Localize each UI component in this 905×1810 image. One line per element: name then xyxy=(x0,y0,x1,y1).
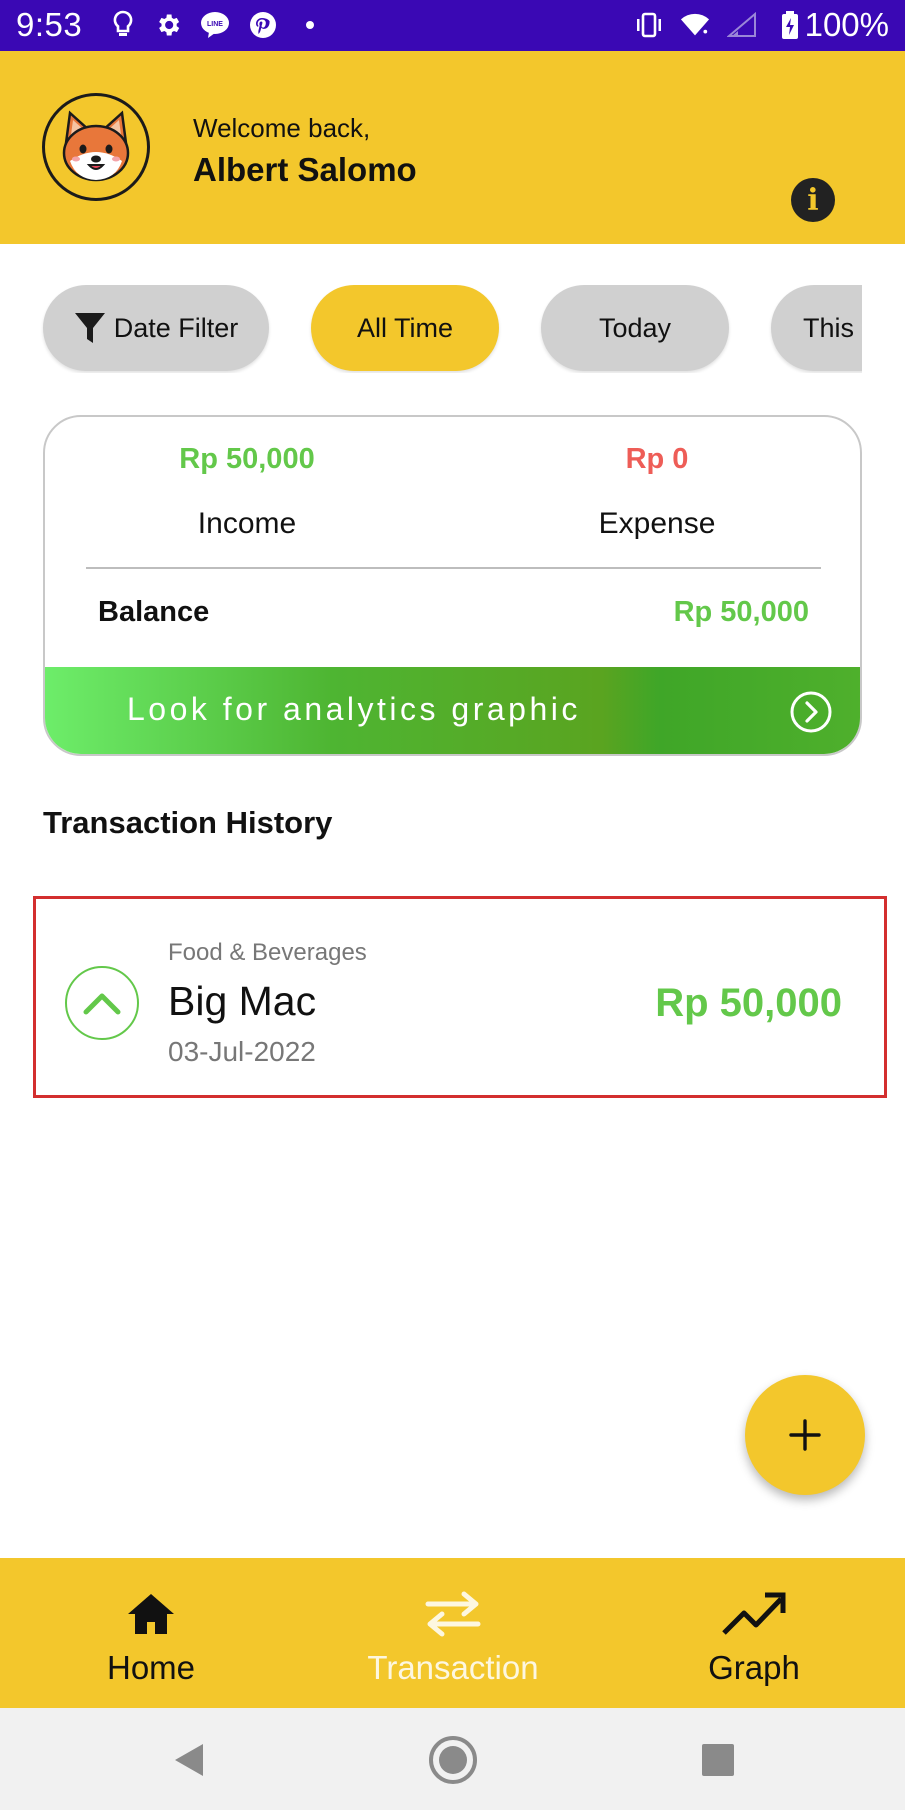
expense-label: Expense xyxy=(598,507,716,540)
transaction-date: 03-Jul-2022 xyxy=(168,1036,316,1067)
date-filter-label: Date Filter xyxy=(113,312,239,343)
shiba-inu-dog-icon xyxy=(62,110,130,182)
nav-home[interactable]: Home xyxy=(0,1558,302,1708)
transaction-history-title: Transaction History xyxy=(43,805,333,840)
chip-this[interactable]: This xyxy=(771,285,862,371)
divider xyxy=(86,567,821,569)
status-time: 9:53 xyxy=(16,6,83,43)
analytics-graphic-button[interactable]: Look for analytics graphic xyxy=(45,667,860,754)
date-filter-button[interactable]: Date Filter xyxy=(43,285,269,371)
lightbulb-icon xyxy=(108,10,138,40)
transaction-amount: Rp 50,000 xyxy=(655,981,842,1025)
income-value: Rp 50,000 xyxy=(179,443,315,475)
wifi-icon xyxy=(680,10,710,40)
notification-dot-icon xyxy=(295,10,325,40)
status-bar: 9:53 LINE 100% xyxy=(0,0,905,51)
vibrate-icon xyxy=(634,10,664,40)
nav-transaction-label: Transaction xyxy=(367,1649,539,1686)
home-circle-icon[interactable] xyxy=(428,1735,478,1785)
chip-today[interactable]: Today xyxy=(541,285,729,371)
filter-funnel-icon xyxy=(74,311,106,345)
summary-card: Rp 50,000 Rp 0 Income Expense Balance Rp… xyxy=(43,415,862,756)
transaction-category: Food & Beverages xyxy=(168,939,367,966)
back-triangle-icon[interactable] xyxy=(168,1739,210,1781)
income-label: Income xyxy=(197,507,297,540)
settings-gear-icon xyxy=(153,10,183,40)
system-navigation-bar xyxy=(0,1708,905,1810)
nav-home-label: Home xyxy=(106,1649,196,1686)
app-header: Welcome back, Albert Salomo i xyxy=(0,51,905,244)
info-icon: i xyxy=(807,182,819,218)
income-arrow-up-icon xyxy=(65,966,139,1040)
avatar[interactable] xyxy=(42,93,150,201)
transaction-item[interactable]: Food & Beverages Big Mac 03-Jul-2022 Rp … xyxy=(33,896,887,1098)
pinterest-icon xyxy=(248,10,278,40)
cell-signal-icon xyxy=(727,10,757,40)
filter-chips: Date Filter All Time Today This xyxy=(0,285,862,373)
battery-percentage: 100% xyxy=(804,6,889,43)
bottom-navigation: Home Transaction Graph xyxy=(0,1558,905,1708)
chevron-right-circle-icon xyxy=(790,691,832,733)
user-name: Albert Salomo xyxy=(193,151,417,188)
analytics-label: Look for analytics graphic xyxy=(127,691,581,727)
nav-graph[interactable]: Graph xyxy=(603,1558,905,1708)
swap-arrows-icon xyxy=(424,1587,482,1641)
home-icon xyxy=(126,1587,176,1641)
svg-text:LINE: LINE xyxy=(207,21,223,28)
welcome-text: Welcome back, xyxy=(193,113,371,143)
chip-all-time[interactable]: All Time xyxy=(311,285,499,371)
info-button[interactable]: i xyxy=(791,178,835,222)
nav-transaction[interactable]: Transaction xyxy=(302,1558,604,1708)
add-transaction-button[interactable] xyxy=(745,1375,865,1495)
transaction-name: Big Mac xyxy=(168,978,317,1024)
nav-graph-label: Graph xyxy=(708,1649,800,1686)
plus-icon xyxy=(789,1419,821,1451)
recents-square-icon[interactable] xyxy=(697,1739,739,1781)
trending-up-icon xyxy=(721,1587,787,1641)
line-app-icon: LINE xyxy=(200,10,230,40)
balance-label: Balance xyxy=(98,596,210,628)
balance-value: Rp 50,000 xyxy=(673,596,809,628)
expense-value: Rp 0 xyxy=(625,443,689,475)
battery-charging-icon xyxy=(775,10,805,40)
